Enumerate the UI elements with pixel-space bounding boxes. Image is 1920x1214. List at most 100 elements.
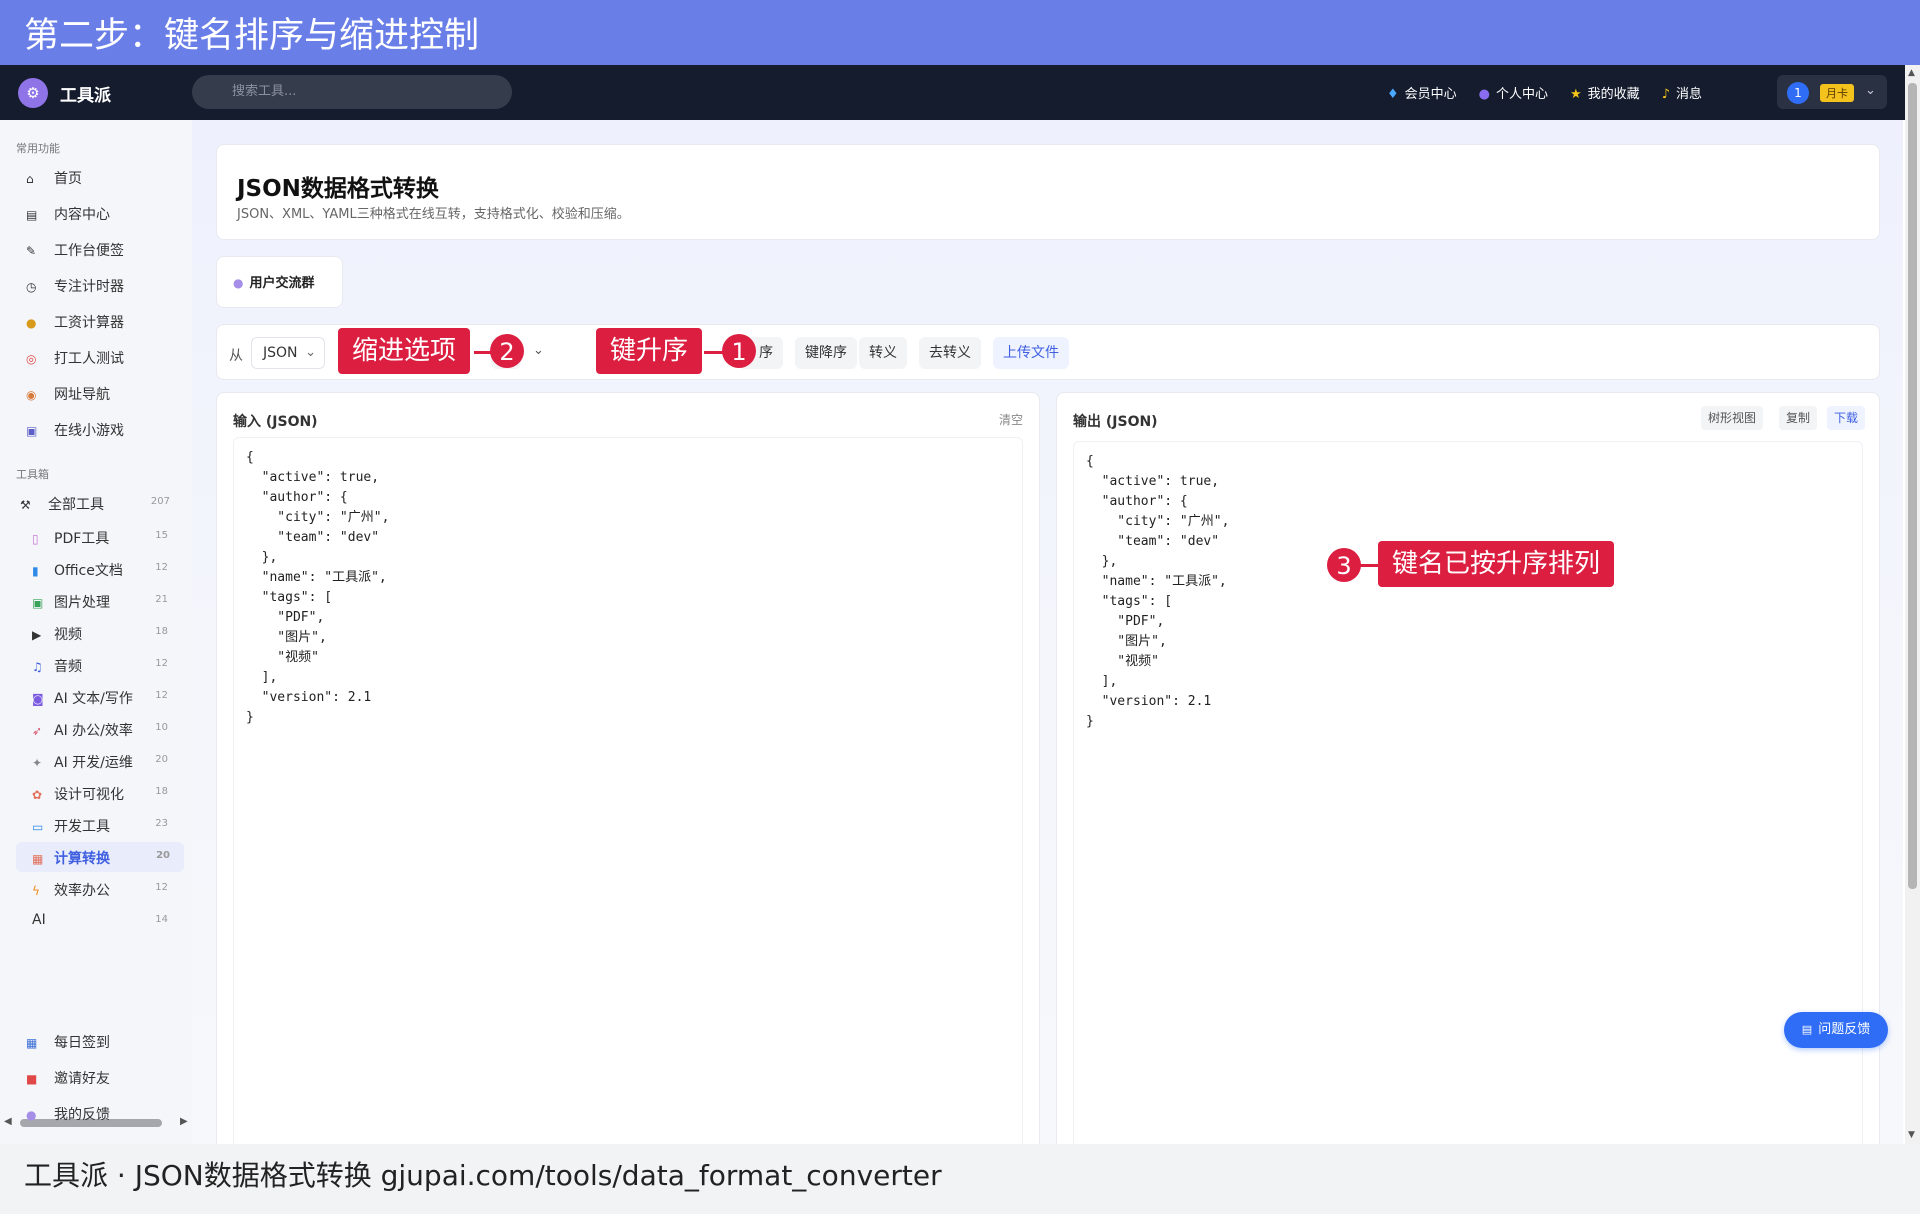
compass-icon: ◉	[26, 388, 37, 402]
sidebar-item-all-tools[interactable]: ⚒ 全部工具 207	[20, 494, 184, 514]
sidebar-item-ai-writing[interactable]: ◙ AI 文本/写作 12	[32, 688, 182, 708]
upload-file-button[interactable]: 上传文件	[993, 337, 1069, 369]
sidebar-item-checkin[interactable]: ▦ 每日签到	[26, 1032, 110, 1052]
star-icon: ★	[1570, 87, 1582, 102]
office-icon: ▮	[32, 564, 39, 578]
tree-view-button[interactable]: 树形视图	[1701, 406, 1764, 430]
lightning-icon: ϟ	[32, 884, 40, 898]
avatar: 1	[1787, 82, 1809, 104]
sidebar-item-office[interactable]: ▮ Office文档 12	[32, 560, 182, 580]
input-panel: 输入 (JSON) 清空 { "active": true, "author":…	[216, 392, 1040, 1152]
unescape-button[interactable]: 去转义	[919, 337, 981, 369]
input-panel-title: 输入 (JSON)	[233, 414, 318, 430]
indent-select-chevron-icon[interactable]: ⌄	[533, 343, 544, 358]
sidebar-item-calc-convert[interactable]: ▦ 计算转换 20	[16, 842, 184, 872]
scroll-thumb[interactable]	[1908, 83, 1917, 889]
membership-badge: 月卡	[1820, 84, 1854, 102]
page-subtitle: JSON、XML、YAML三种格式在线互转，支持格式化、校验和压缩。	[237, 207, 630, 222]
nav-favorites[interactable]: ★ 我的收藏	[1570, 83, 1640, 102]
sidebar-item-video[interactable]: ▶ 视频 18	[32, 624, 182, 644]
palette-icon: ✿	[32, 788, 43, 802]
clapper-icon: ▶	[32, 628, 42, 642]
top-app-bar: ⚙ 工具派 搜索工具... ♦ 会员中心 ● 个人中心 ★ 我的收藏 ♪ 消息 1 月卡…	[0, 65, 1920, 120]
diamond-icon: ♦	[1386, 87, 1399, 102]
top-nav: ♦ 会员中心 ● 个人中心 ★ 我的收藏 ♪ 消息	[1387, 65, 1702, 120]
document-icon: ▯	[32, 532, 39, 546]
nav-personal-center[interactable]: ● 个人中心	[1479, 83, 1548, 102]
callout-sorted-line	[1356, 564, 1378, 567]
page-title: JSON数据格式转换	[237, 176, 439, 202]
brand-name[interactable]: 工具派	[60, 81, 111, 106]
page-vertical-scrollbar[interactable]: ▲ ▼	[1905, 65, 1920, 1145]
clear-button[interactable]: 清空	[999, 411, 1023, 428]
search-input[interactable]: 搜索工具...	[192, 75, 512, 109]
abacus-icon: ▦	[32, 852, 44, 866]
callout-indent-number: 2	[490, 334, 524, 368]
footer-caption: 工具派 · JSON数据格式转换 gjupai.com/tools/data_f…	[0, 1144, 1920, 1214]
sidebar-item-url-nav[interactable]: ◉ 网址导航	[26, 384, 110, 404]
sidebar-item-ai[interactable]: AI 14	[32, 912, 182, 928]
document-icon: ▤	[1801, 1023, 1813, 1036]
download-button[interactable]: 下载	[1827, 406, 1866, 430]
sidebar-item-salary[interactable]: ● 工资计算器	[26, 312, 124, 332]
sidebar-item-invite[interactable]: ■ 邀请好友	[26, 1068, 110, 1088]
money-bag-icon: ●	[26, 316, 37, 330]
sidebar-item-content[interactable]: ▤ 内容中心	[26, 204, 110, 224]
feedback-button[interactable]: ▤ 问题反馈	[1784, 1012, 1888, 1048]
input-editor[interactable]: { "active": true, "author": { "city": "广…	[233, 437, 1023, 1151]
sidebar-item-ai-dev[interactable]: ✦ AI 开发/运维 20	[32, 752, 182, 772]
sidebar-section-common: 常用功能	[16, 142, 60, 155]
callout-key-asc: 键升序	[596, 328, 703, 374]
sidebar-item-ai-office[interactable]: ➶ AI 办公/效率 10	[32, 720, 182, 740]
bell-icon: ♪	[1661, 87, 1670, 102]
sidebar-item-timer[interactable]: ◷ 专注计时器	[26, 276, 124, 296]
output-panel-title: 输出 (JSON)	[1073, 414, 1158, 430]
picture-icon: ▣	[32, 596, 44, 610]
sidebar: 常用功能 ⌂ 首页 ▤ 内容中心 ✎ 工作台便签 ◷ 专注计时器 ● 工资计算器 ◎ 打工人…	[0, 120, 192, 1144]
from-format-select[interactable]: JSON ⌄	[251, 337, 325, 369]
scroll-left-arrow-icon[interactable]: ◀	[4, 1116, 12, 1127]
chevron-down-icon: ⌄	[305, 345, 316, 360]
output-panel: 输出 (JSON) 树形视图 复制 下载 { "active": true, "…	[1056, 392, 1880, 1152]
target-icon: ◎	[26, 352, 37, 366]
tools-icon: ⚒	[20, 498, 31, 512]
robot-icon: ◙	[32, 692, 44, 706]
toolbox-icon[interactable]: ⚙	[18, 78, 48, 108]
sidebar-item-dev-tools[interactable]: ▭ 开发工具 23	[32, 816, 182, 836]
memo-icon: ✎	[26, 244, 37, 258]
user-menu[interactable]: 1 月卡 ⌄	[1777, 75, 1887, 109]
gift-icon: ■	[26, 1072, 38, 1086]
scroll-right-arrow-icon[interactable]: ▶	[180, 1116, 188, 1127]
sidebar-item-image[interactable]: ▣ 图片处理 21	[32, 592, 182, 612]
rocket-icon: ➶	[32, 724, 43, 738]
key-desc-button[interactable]: 键降序	[795, 337, 857, 369]
sidebar-item-feedback[interactable]: ● 我的反馈	[26, 1104, 110, 1124]
sidebar-item-audio[interactable]: ♫ 音频 12	[32, 656, 182, 676]
from-label: 从	[229, 348, 243, 364]
copy-button[interactable]: 复制	[1779, 406, 1818, 430]
sidebar-item-efficiency[interactable]: ϟ 效率办公 12	[32, 880, 182, 900]
sidebar-item-home[interactable]: ⌂ 首页	[26, 168, 82, 188]
nav-messages[interactable]: ♪ 消息	[1662, 83, 1702, 102]
chevron-down-icon: ⌄	[1865, 83, 1876, 98]
scroll-down-arrow-icon[interactable]: ▼	[1908, 1130, 1915, 1140]
user-group-button[interactable]: ● 用户交流群	[216, 256, 343, 308]
page-header-card: JSON数据格式转换 JSON、XML、YAML三种格式在线互转，支持格式化、校…	[216, 144, 1880, 240]
music-note-icon: ♫	[32, 660, 43, 674]
sidebar-item-pdf[interactable]: ▯ PDF工具 15	[32, 528, 182, 548]
callout-indent: 缩进选项	[338, 328, 471, 374]
callout-sorted: 键名已按升序排列	[1378, 541, 1615, 587]
laptop-icon: ▭	[32, 820, 44, 834]
speech-bubble-icon: ●	[233, 276, 244, 290]
gamepad-icon: ▣	[26, 424, 38, 438]
house-icon: ⌂	[26, 172, 34, 186]
newspaper-icon: ▤	[26, 208, 38, 222]
escape-button[interactable]: 转义	[859, 337, 907, 369]
nav-member-center[interactable]: ♦ 会员中心	[1387, 83, 1457, 102]
sidebar-item-worker-test[interactable]: ◎ 打工人测试	[26, 348, 124, 368]
sidebar-item-games[interactable]: ▣ 在线小游戏	[26, 420, 124, 440]
sidebar-item-notes[interactable]: ✎ 工作台便签	[26, 240, 124, 260]
scroll-up-arrow-icon[interactable]: ▲	[1908, 68, 1915, 78]
sidebar-item-design[interactable]: ✿ 设计可视化 18	[32, 784, 182, 804]
callout-key-asc-number: 1	[722, 334, 756, 368]
